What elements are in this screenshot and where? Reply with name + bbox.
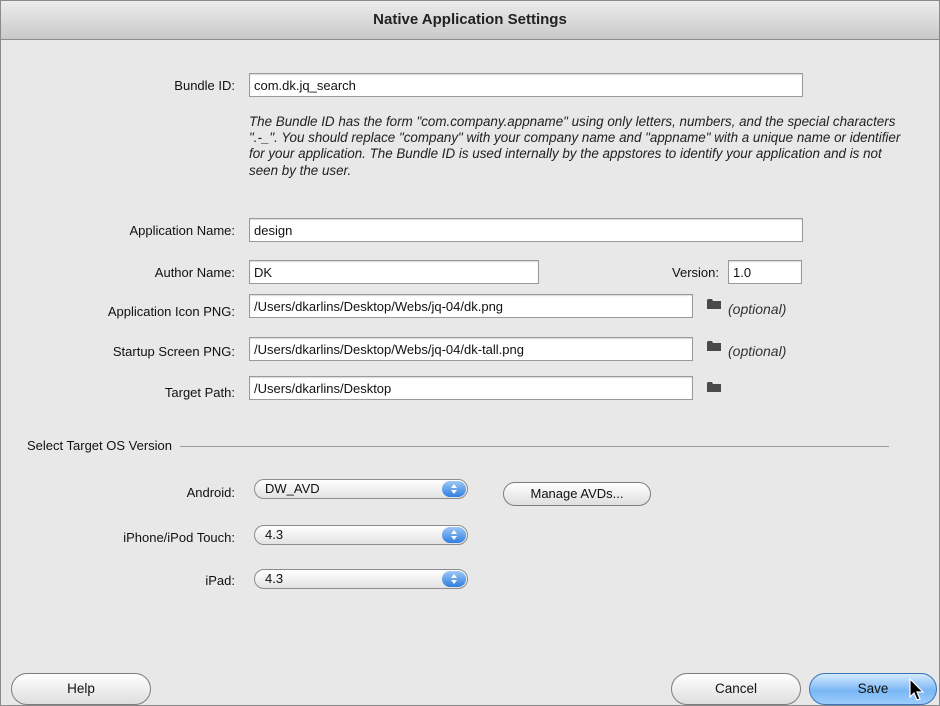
manage-avds-button[interactable]: Manage AVDs...: [503, 482, 651, 506]
bundle-id-field[interactable]: [249, 73, 803, 97]
version-field[interactable]: [728, 260, 802, 284]
app-icon-optional-note: (optional): [728, 301, 787, 317]
app-icon-label: Application Icon PNG:: [107, 304, 235, 319]
startup-screen-label: Startup Screen PNG:: [112, 344, 235, 359]
cancel-button[interactable]: Cancel: [671, 673, 801, 705]
folder-icon[interactable]: [707, 381, 721, 392]
native-app-settings-dialog: Native Application Settings Bundle ID: T…: [0, 0, 940, 706]
bundle-id-label: Bundle ID:: [174, 78, 235, 93]
popup-arrows-icon: [442, 527, 466, 543]
help-button[interactable]: Help: [11, 673, 151, 705]
folder-icon[interactable]: [707, 340, 721, 351]
app-name-label: Application Name:: [129, 223, 236, 238]
ipad-label: iPad:: [205, 573, 235, 588]
app-icon-path-field[interactable]: [249, 294, 693, 318]
author-name-field[interactable]: [249, 260, 539, 284]
app-name-field[interactable]: [249, 218, 803, 242]
popup-arrows-icon: [442, 481, 466, 497]
mouse-pointer-icon: [909, 678, 925, 701]
iphone-version-value: 4.3: [265, 527, 284, 542]
startup-screen-optional-note: (optional): [728, 343, 787, 359]
ipad-version-value: 4.3: [265, 571, 284, 586]
target-path-label: Target Path:: [164, 385, 235, 400]
author-name-label: Author Name:: [154, 265, 235, 280]
ipad-version-select[interactable]: 4.3: [254, 569, 468, 589]
version-label: Version:: [672, 265, 719, 280]
folder-icon[interactable]: [707, 298, 721, 309]
popup-arrows-icon: [442, 571, 466, 587]
target-path-field[interactable]: [249, 376, 693, 400]
dialog-title: Native Application Settings: [1, 1, 939, 40]
bundle-id-help-text: The Bundle ID has the form "com.company.…: [249, 114, 901, 178]
iphone-version-select[interactable]: 4.3: [254, 525, 468, 545]
android-version-value: DW_AVD: [265, 481, 320, 496]
android-label: Android:: [186, 485, 235, 500]
iphone-label: iPhone/iPod Touch:: [123, 530, 235, 545]
target-os-section-title: Select Target OS Version: [27, 438, 181, 453]
startup-screen-path-field[interactable]: [249, 337, 693, 361]
android-version-select[interactable]: DW_AVD: [254, 479, 468, 499]
